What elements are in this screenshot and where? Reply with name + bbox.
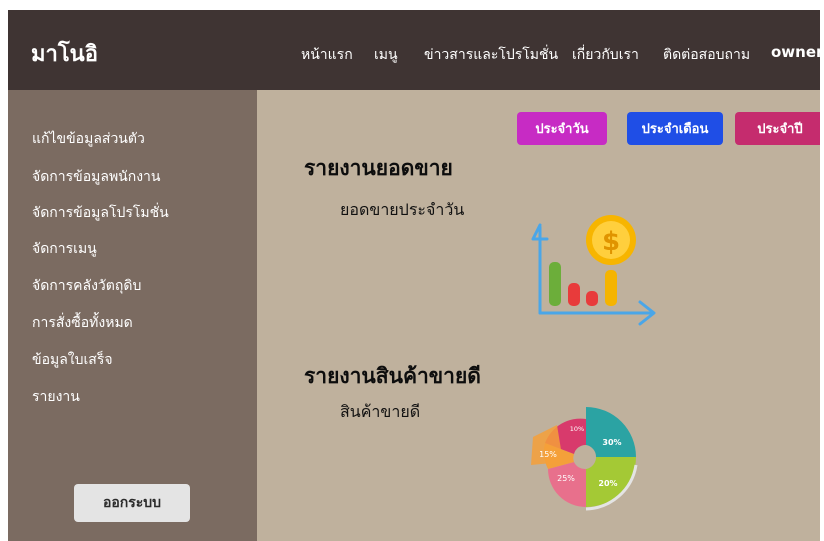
sidebar-item-menu[interactable]: จัดการเมนู bbox=[32, 238, 97, 260]
yearly-filter-button[interactable]: ประจำปี bbox=[735, 112, 820, 145]
sidebar-item-inventory[interactable]: จัดการคลังวัตถุดิบ bbox=[32, 275, 141, 297]
nav-user[interactable]: owner bbox=[771, 43, 820, 61]
sidebar-item-orders[interactable]: การสั่งซื้อทั้งหมด bbox=[32, 312, 133, 334]
monthly-filter-button[interactable]: ประจำเดือน bbox=[627, 112, 723, 145]
daily-filter-button[interactable]: ประจำวัน bbox=[517, 112, 607, 145]
slice-label-15: 15% bbox=[539, 450, 557, 459]
sidebar-item-employees[interactable]: จัดการข้อมูลพนักงาน bbox=[32, 166, 160, 188]
slice-label-20: 20% bbox=[598, 479, 617, 488]
brand-logo[interactable]: มาโนอิ bbox=[31, 36, 98, 71]
top-navbar: มาโนอิ หน้าแรก เมนู ข่าวสารและโปรโมชั่น … bbox=[8, 10, 820, 90]
slice-label-30: 30% bbox=[602, 438, 621, 447]
sidebar-item-edit-profile[interactable]: แก้ไขข้อมูลส่วนตัว bbox=[32, 128, 145, 150]
app-window: มาโนอิ หน้าแรก เมนู ข่าวสารและโปรโมชั่น … bbox=[8, 10, 820, 541]
nav-news-promotions[interactable]: ข่าวสารและโปรโมชั่น bbox=[424, 44, 558, 66]
sales-report-title: รายงานยอดขาย bbox=[304, 156, 453, 180]
sidebar: แก้ไขข้อมูลส่วนตัว จัดการข้อมูลพนักงาน จ… bbox=[8, 90, 257, 541]
bar-chart-coin-icon: $ bbox=[531, 215, 656, 326]
slice-label-10: 10% bbox=[570, 425, 584, 433]
bestseller-report-title: รายงานสินค้าขายดี bbox=[304, 364, 481, 388]
sales-report-subtitle: ยอดขายประจำวัน bbox=[340, 200, 465, 219]
sidebar-item-receipts[interactable]: ข้อมูลใบเสร็จ bbox=[32, 349, 113, 371]
nav-menu[interactable]: เมนู bbox=[374, 44, 398, 66]
pie-donut-chart-icon: 10% 30% 20% 25% 15% bbox=[531, 407, 638, 511]
report-panel: ประจำวัน ประจำเดือน ประจำปี รายงานยอดขาย… bbox=[257, 90, 820, 541]
sidebar-item-reports[interactable]: รายงาน bbox=[32, 386, 80, 408]
sidebar-item-promotions[interactable]: จัดการข้อมูลโปรโมชั่น bbox=[32, 202, 169, 224]
bestseller-report-subtitle: สินค้าขายดี bbox=[340, 402, 421, 421]
logout-button[interactable]: ออกระบบ bbox=[74, 484, 190, 522]
nav-contact[interactable]: ติดต่อสอบถาม bbox=[663, 44, 750, 66]
svg-text:$: $ bbox=[602, 227, 620, 257]
slice-label-25: 25% bbox=[557, 474, 575, 483]
nav-about[interactable]: เกี่ยวกับเรา bbox=[572, 44, 639, 66]
nav-home[interactable]: หน้าแรก bbox=[301, 44, 353, 66]
